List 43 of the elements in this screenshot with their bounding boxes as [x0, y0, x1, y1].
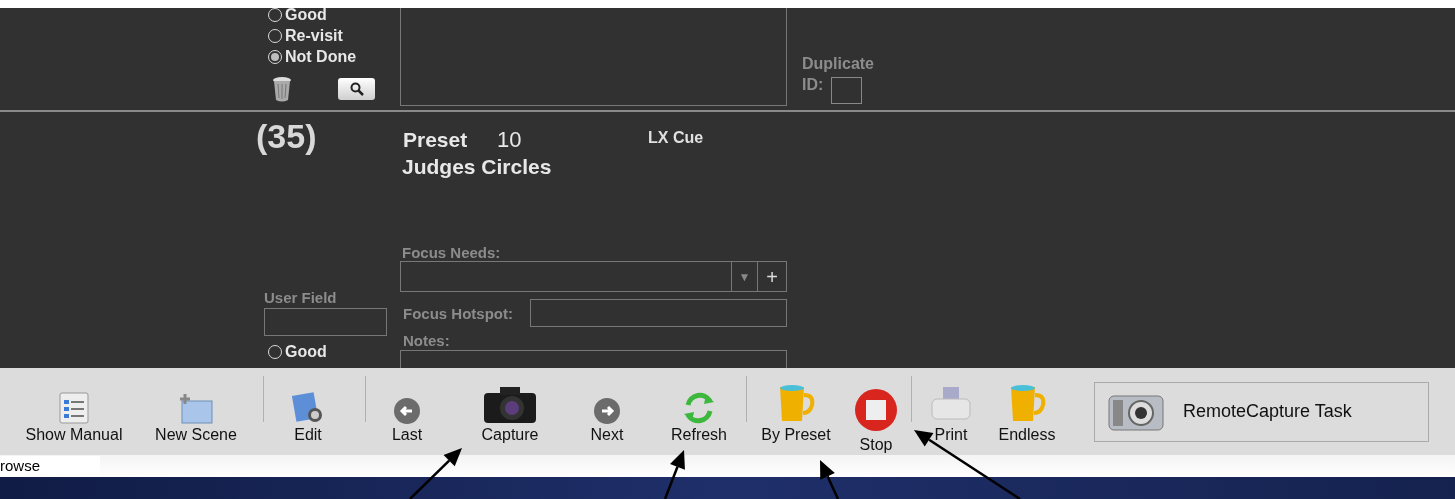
camera-icon	[482, 384, 538, 425]
toolbar-button[interactable]: New Scene	[146, 378, 246, 445]
radio-label: Good	[285, 343, 327, 361]
id-label: ID:	[802, 75, 824, 95]
toolbar-button[interactable]: Refresh	[662, 378, 736, 445]
lx-cue-label: LX Cue	[648, 128, 704, 148]
focus-hotspot-input[interactable]	[530, 299, 787, 327]
search-icon	[349, 82, 364, 96]
preset-label: Preset	[403, 127, 468, 153]
toolbar-button[interactable]: Capture	[470, 378, 550, 445]
radio-label: Not Done	[285, 48, 357, 66]
task-button[interactable]: RemoteCapture Task	[1094, 381, 1429, 442]
toolbar-button[interactable]: Print	[924, 378, 978, 445]
search-button[interactable]	[338, 78, 375, 100]
add-button[interactable]: +	[757, 262, 786, 291]
arrow	[409, 448, 462, 499]
toolbar-button[interactable]: Next	[582, 378, 632, 445]
toolbar-button[interactable]: Edit	[278, 378, 338, 445]
radio-label: Re-visit	[285, 27, 343, 45]
arrow	[820, 460, 840, 499]
preset-value: 10	[497, 126, 522, 154]
photo-icon	[291, 390, 325, 425]
scene-name: Judges Circles	[402, 154, 552, 180]
field-label: Notes:	[403, 331, 450, 351]
toolbar-button[interactable]: Show Manual	[12, 378, 136, 445]
radio-label: Good	[285, 8, 327, 24]
field-label: User Field	[264, 288, 337, 308]
toolbar-button[interactable]: Last	[382, 378, 432, 445]
arrow	[663, 450, 685, 499]
trash-icon	[272, 76, 292, 102]
toolbar-button[interactable]: Endless	[994, 378, 1060, 445]
duplicate-id-field[interactable]	[831, 77, 862, 104]
refresh-icon	[682, 390, 716, 425]
list-icon	[57, 390, 91, 425]
user-field-input[interactable]	[264, 308, 387, 336]
duplicate-label: Duplicate	[802, 54, 874, 74]
stop-icon	[853, 386, 899, 433]
field-label: Focus Needs:	[402, 243, 501, 263]
toolbar-button[interactable]: By Preset	[755, 378, 837, 445]
record-number: (35)	[256, 116, 317, 156]
field-label: Focus Hotspot:	[403, 304, 513, 324]
toolbar-button[interactable]: Stop	[851, 378, 901, 455]
dropdown-field[interactable]: ▼ +	[400, 261, 787, 292]
